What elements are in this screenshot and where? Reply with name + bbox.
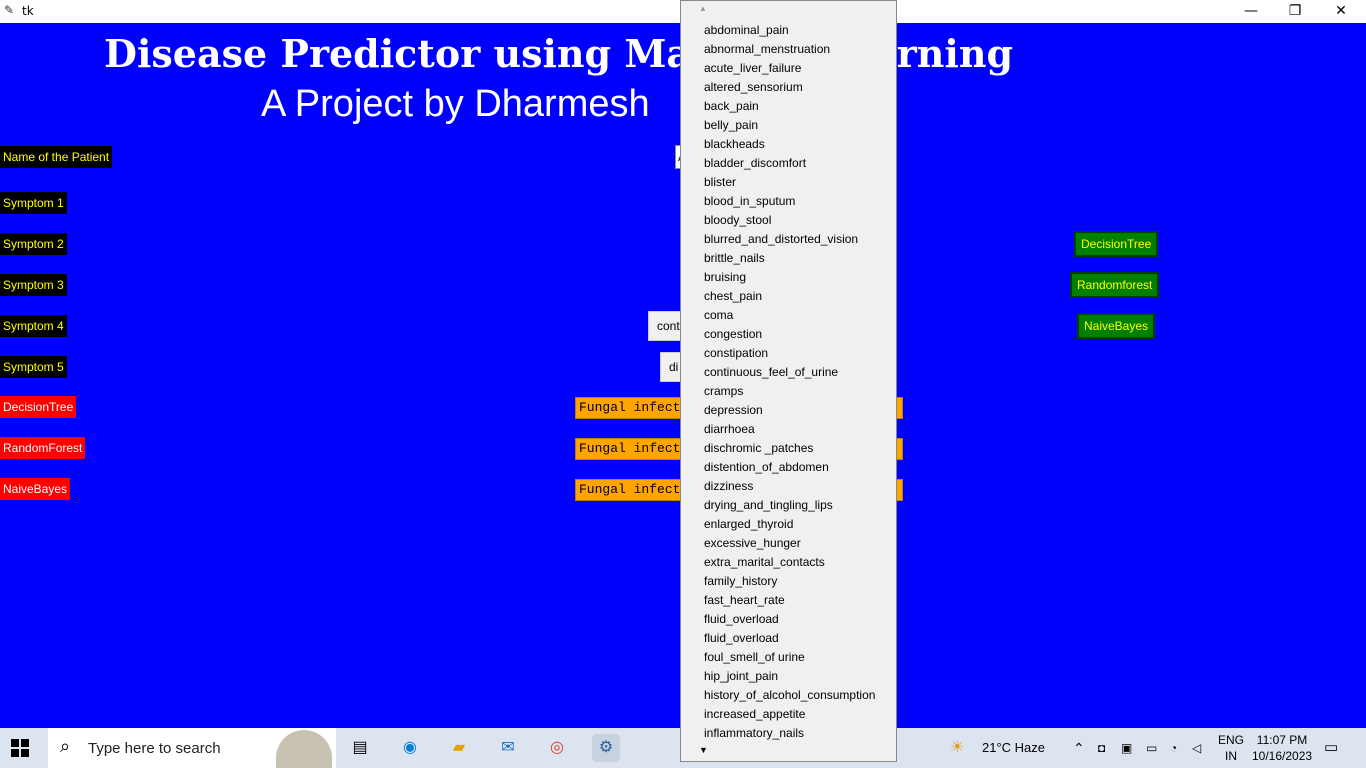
random-forest-result-label: RandomForest: [0, 437, 86, 459]
dropdown-option[interactable]: abdominal_pain: [681, 21, 896, 40]
dropdown-option[interactable]: fluid_overload: [681, 629, 896, 648]
tray-chevron-up-icon[interactable]: ⌃: [1073, 728, 1085, 768]
dropdown-option[interactable]: fluid_overload: [681, 610, 896, 629]
clock[interactable]: 11:07 PM 10/16/2023: [1252, 732, 1312, 764]
search-icon: ⌕: [60, 736, 71, 756]
mail-icon[interactable]: ✉: [494, 734, 522, 762]
dropdown-option[interactable]: coma: [681, 306, 896, 325]
symptom-5-label: Symptom 5: [0, 356, 67, 378]
dropdown-option[interactable]: brittle_nails: [681, 249, 896, 268]
minimize-button[interactable]: —: [1228, 0, 1274, 23]
symptom-3-label: Symptom 3: [0, 274, 67, 296]
dropdown-option[interactable]: bladder_discomfort: [681, 154, 896, 173]
dropdown-option[interactable]: increased_appetite: [681, 705, 896, 724]
dropdown-option[interactable]: blurred_and_distorted_vision: [681, 230, 896, 249]
dropdown-option[interactable]: chest_pain: [681, 287, 896, 306]
dropdown-option[interactable]: dischromic _patches: [681, 439, 896, 458]
clock-time: 11:07 PM: [1256, 733, 1308, 747]
battery-icon[interactable]: ▭: [1146, 728, 1157, 768]
dropdown-option[interactable]: constipation: [681, 344, 896, 363]
dropdown-options: abdominal_pain abnormal_menstruation acute…: [681, 21, 896, 743]
notification-icon[interactable]: ▭: [1324, 728, 1338, 768]
tray-meet-icon[interactable]: ▣: [1121, 728, 1132, 768]
dropdown-option[interactable]: congestion: [681, 325, 896, 344]
scroll-up-arrow-icon[interactable]: ▲: [699, 4, 707, 13]
task-view-icon[interactable]: ▤: [346, 734, 374, 762]
search-highlight-image: [276, 730, 332, 768]
dropdown-option[interactable]: back_pain: [681, 97, 896, 116]
restore-button[interactable]: ❐: [1272, 0, 1318, 23]
language-indicator[interactable]: ENG IN: [1218, 732, 1244, 764]
dropdown-option[interactable]: blackheads: [681, 135, 896, 154]
dropdown-option[interactable]: fast_heart_rate: [681, 591, 896, 610]
symptom-dropdown-list[interactable]: ▲ abdominal_pain abnormal_menstruation acu…: [680, 0, 897, 762]
dropdown-option[interactable]: altered_sensorium: [681, 78, 896, 97]
weather-text[interactable]: 21°C Haze: [982, 728, 1045, 768]
dropdown-option[interactable]: distention_of_abdomen: [681, 458, 896, 477]
patient-name-label: Name of the Patient: [0, 146, 113, 168]
region-code: IN: [1225, 749, 1237, 763]
dropdown-option[interactable]: abnormal_menstruation: [681, 40, 896, 59]
dropdown-option[interactable]: blister: [681, 173, 896, 192]
dropdown-option[interactable]: enlarged_thyroid: [681, 515, 896, 534]
tray-app-icon[interactable]: ◘: [1098, 728, 1105, 768]
volume-muted-icon[interactable]: ◁: [1192, 728, 1201, 768]
weather-icon: ☀: [950, 739, 965, 756]
dropdown-option[interactable]: excessive_hunger: [681, 534, 896, 553]
dropdown-option[interactable]: blood_in_sputum: [681, 192, 896, 211]
symptom-4-label: Symptom 4: [0, 315, 67, 337]
dropdown-option[interactable]: inflammatory_nails: [681, 724, 896, 743]
dropdown-option[interactable]: acute_liver_failure: [681, 59, 896, 78]
wifi-icon[interactable]: ◔: [1170, 728, 1177, 768]
dropdown-option[interactable]: hip_joint_pain: [681, 667, 896, 686]
dropdown-option[interactable]: family_history: [681, 572, 896, 591]
decision-tree-button[interactable]: DecisionTree: [1074, 231, 1159, 257]
python-icon[interactable]: ⚙: [592, 734, 620, 762]
dropdown-option[interactable]: bruising: [681, 268, 896, 287]
close-button[interactable]: ✕: [1318, 0, 1364, 23]
dropdown-option[interactable]: diarrhoea: [681, 420, 896, 439]
symptom-2-label: Symptom 2: [0, 233, 67, 255]
page-subtitle: A Project by Dharmesh: [261, 83, 650, 125]
tk-feather-icon: ✎: [4, 3, 15, 17]
chrome-icon[interactable]: ◎: [543, 734, 571, 762]
dropdown-option[interactable]: depression: [681, 401, 896, 420]
scroll-down-arrow-icon[interactable]: ▼: [699, 745, 708, 755]
dropdown-option[interactable]: drying_and_tingling_lips: [681, 496, 896, 515]
dropdown-option[interactable]: continuous_feel_of_urine: [681, 363, 896, 382]
dropdown-option[interactable]: foul_smell_of urine: [681, 648, 896, 667]
clock-date: 10/16/2023: [1252, 749, 1313, 763]
dropdown-option[interactable]: bloody_stool: [681, 211, 896, 230]
taskbar-search-box[interactable]: ⌕ Type here to search: [48, 728, 336, 768]
dropdown-option[interactable]: cramps: [681, 382, 896, 401]
language-code: ENG: [1218, 733, 1245, 747]
dropdown-option[interactable]: belly_pain: [681, 116, 896, 135]
naive-bayes-button[interactable]: NaiveBayes: [1077, 313, 1156, 339]
window-title: tk: [22, 4, 34, 18]
windows-start-icon[interactable]: [8, 736, 32, 760]
search-placeholder: Type here to search: [88, 740, 221, 757]
dropdown-option[interactable]: extra_marital_contacts: [681, 553, 896, 572]
random-forest-button[interactable]: Randomforest: [1070, 272, 1160, 298]
dropdown-option[interactable]: dizziness: [681, 477, 896, 496]
symptom-1-label: Symptom 1: [0, 192, 67, 214]
naive-bayes-result-label: NaiveBayes: [0, 478, 71, 500]
file-explorer-icon[interactable]: ▰: [445, 734, 473, 762]
decision-tree-result-label: DecisionTree: [0, 396, 77, 418]
edge-icon[interactable]: ◉: [396, 734, 424, 762]
dropdown-option[interactable]: history_of_alcohol_consumption: [681, 686, 896, 705]
